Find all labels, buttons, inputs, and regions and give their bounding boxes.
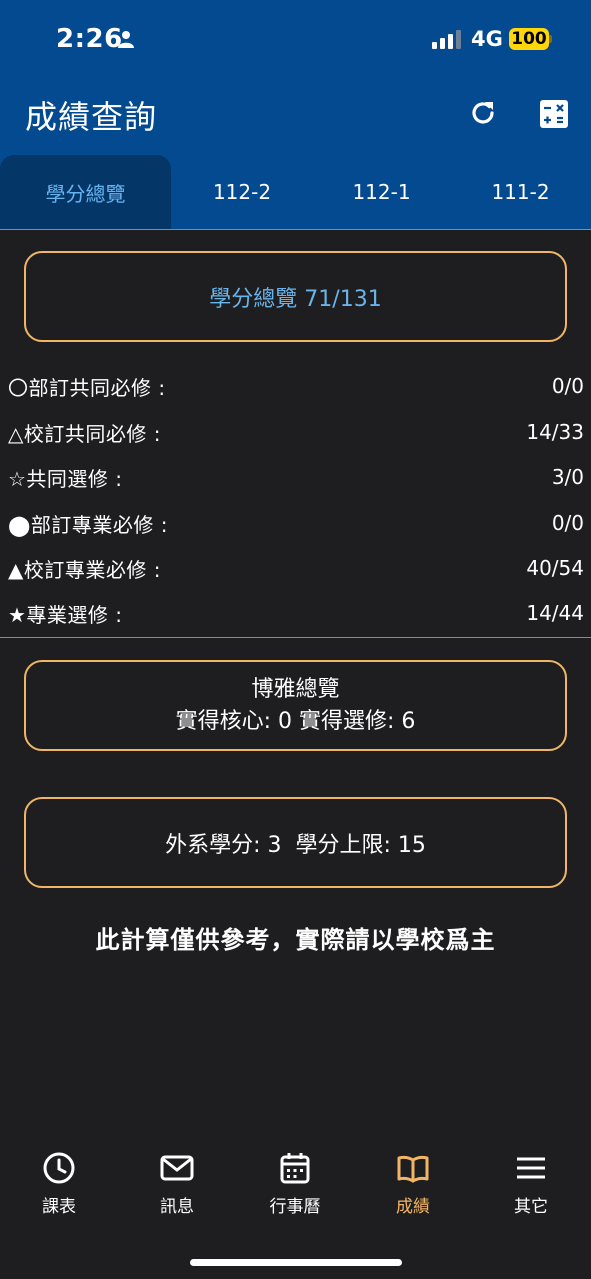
network-type: 4G [471, 27, 503, 51]
app-header: 2:26 4G 100 成績查詢 學分總覽 112-2 112-1 111-2 [0, 0, 591, 229]
outside-department-card: 外系學分: 3 學分上限: 15 [24, 797, 567, 888]
credit-row-value: 14/44 [526, 601, 584, 625]
status-bar: 2:26 4G 100 [0, 0, 591, 80]
home-indicator[interactable] [190, 1259, 402, 1266]
credit-row: 〇部訂共同必修 : 0/0 [8, 366, 584, 406]
credit-row-label: ★專業選修 : [8, 602, 123, 627]
credit-row-label: ▲校訂專業必修 : [8, 557, 161, 582]
refresh-button[interactable] [463, 93, 503, 133]
credit-row-value: 0/0 [551, 511, 584, 535]
bottom-navigation: 課表 訊息 行事曆 成績 其它 [0, 1140, 591, 1240]
outside-department-text: 外系學分: 3 學分上限: 15 [165, 832, 426, 858]
battery-indicator: 100 [509, 28, 549, 50]
credit-summary-text: 學分總覽 71/131 [209, 286, 382, 312]
credit-row-value: 14/33 [526, 420, 584, 444]
menu-icon [517, 1157, 545, 1179]
credit-row-label: ☆共同選修 : [8, 466, 123, 491]
battery-tip [549, 35, 552, 43]
credit-row: ⬤部訂專業必修 : 0/0 [8, 503, 584, 543]
nav-label: 訊息 [160, 1197, 194, 1217]
book-icon [397, 1155, 429, 1183]
refresh-icon [472, 102, 494, 124]
mail-icon [160, 1155, 194, 1181]
nav-item-more[interactable]: 其它 [472, 1150, 590, 1230]
disclaimer-text: 此計算僅供參考，實際請以學校爲主 [95, 926, 496, 954]
signal-icon [432, 30, 461, 49]
general-education-title: 博雅總覽 [251, 676, 340, 702]
credit-row-label: △校訂共同必修 : [8, 421, 161, 446]
status-time: 2:26 [56, 24, 123, 54]
nav-item-schedule[interactable]: 課表 [0, 1150, 118, 1230]
nav-item-messages[interactable]: 訊息 [118, 1150, 236, 1230]
credit-row-label: 〇部訂共同必修 : [8, 375, 166, 400]
credit-row-value: 0/0 [551, 374, 584, 398]
tab-112-1[interactable]: 112-1 [313, 155, 450, 229]
header-divider [0, 229, 591, 230]
credit-summary-card: 學分總覽 71/131 [24, 251, 567, 342]
tab-credit-overview[interactable]: 學分總覽 [0, 155, 171, 229]
nav-label: 其它 [514, 1197, 548, 1217]
calculator-button[interactable] [533, 93, 575, 135]
clock-icon [43, 1152, 75, 1184]
general-education-card: 博雅總覽 實得核心: 0 實得選修: 6 [24, 660, 567, 751]
credit-row: ☆共同選修 : 3/0 [8, 457, 584, 497]
credit-row: ★專業選修 : 14/44 [8, 593, 584, 633]
nav-item-calendar[interactable]: 行事曆 [236, 1150, 354, 1230]
general-education-detail: 實得核心: 0 實得選修: 6 [175, 708, 416, 734]
credit-row-value: 3/0 [551, 465, 584, 489]
nav-item-grades[interactable]: 成績 [354, 1150, 472, 1230]
credit-row: ▲校訂專業必修 : 40/54 [8, 548, 584, 588]
credit-row: △校訂共同必修 : 14/33 [8, 412, 584, 452]
tab-112-2[interactable]: 112-2 [171, 155, 313, 229]
credit-row-value: 40/54 [526, 556, 584, 580]
nav-label: 成績 [396, 1197, 430, 1217]
section-divider [0, 637, 591, 638]
tab-111-2[interactable]: 111-2 [450, 155, 591, 229]
calculator-icon [540, 100, 568, 128]
nav-label: 課表 [42, 1197, 76, 1217]
calendar-icon [280, 1153, 310, 1184]
nav-label: 行事曆 [269, 1197, 321, 1217]
page-title: 成績查詢 [25, 98, 158, 136]
person-icon [118, 31, 134, 48]
credit-row-label: ⬤部訂專業必修 : [8, 512, 168, 537]
semester-tabs: 學分總覽 112-2 112-1 111-2 [0, 155, 591, 229]
